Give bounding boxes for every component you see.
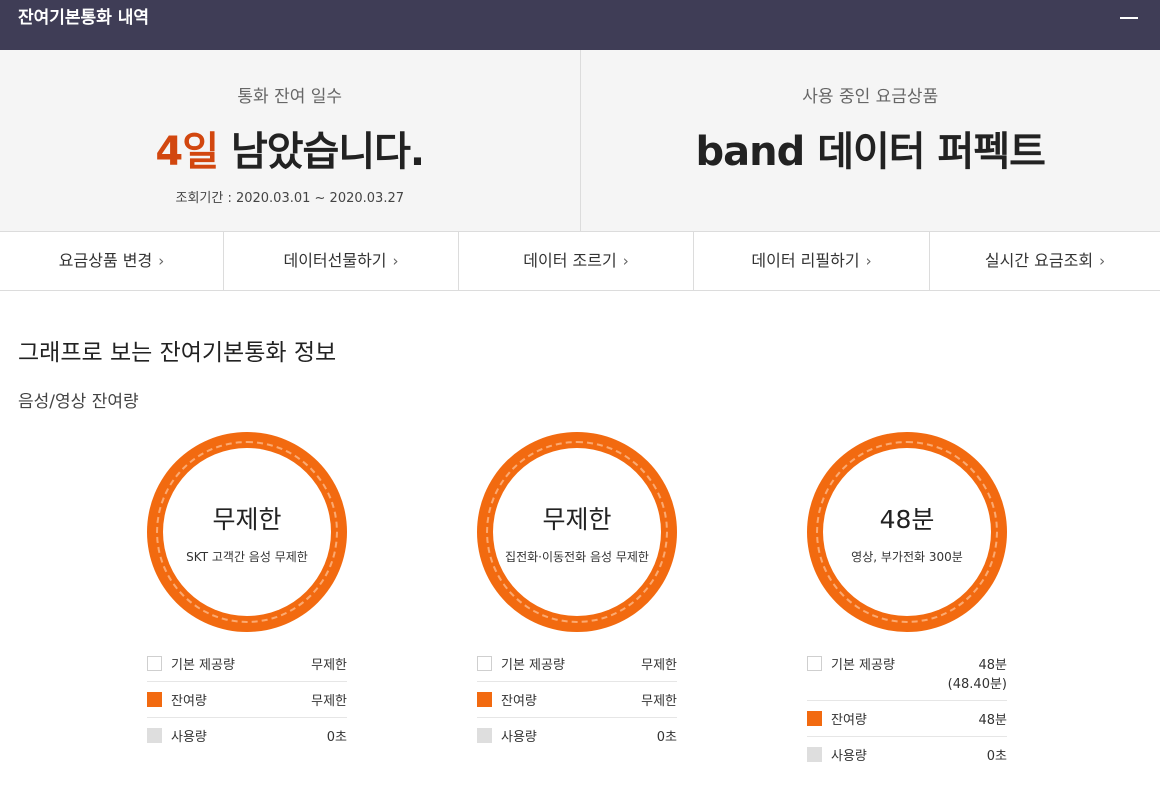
gauge-legend: 기본 제공량 무제한 잔여량 무제한 사용량 0초 [477, 646, 677, 753]
current-plan-name: band 데이터 퍼펙트 [695, 129, 1046, 175]
gauge-legend: 기본 제공량 무제한 잔여량 무제한 사용량 0초 [147, 646, 347, 753]
ring-center: 무제한 SKT 고객간 음성 무제한 [163, 448, 331, 616]
page-header: 잔여기본통화 내역 [0, 0, 1160, 50]
nav-realtime-fee[interactable]: 실시간 요금조회 › [930, 232, 1160, 290]
legend-row-remain: 잔여량 48분 [807, 701, 1007, 737]
chevron-right-icon: › [158, 252, 165, 270]
query-period: 조회기간 : 2020.03.01 ~ 2020.03.27 [175, 191, 404, 206]
base-swatch [807, 656, 822, 671]
nav-refill-data[interactable]: 데이터 리필하기 › [694, 232, 930, 290]
action-nav: 요금상품 변경 › 데이터선물하기 › 데이터 조르기 › 데이터 리필하기 › 실시간… [0, 232, 1160, 291]
nav-request-data-label: 데이터 조르기 [523, 251, 617, 270]
usage-gauge: 48분 영상, 부가전화 300분 기본 제공량 48분 (48.40분) 잔여… [807, 432, 1007, 772]
used-swatch [477, 728, 492, 743]
page-title: 잔여기본통화 내역 [18, 8, 150, 28]
legend-label: 잔여량 [501, 694, 537, 709]
legend-row-used: 사용량 0초 [807, 737, 1007, 772]
chevron-right-icon: › [865, 252, 872, 270]
ring-center: 48분 영상, 부가전화 300분 [823, 448, 991, 616]
legend-value: 무제한 [641, 658, 677, 673]
remaining-days-panel: 통화 잔여 일수 4일 남았습니다. 조회기간 : 2020.03.01 ~ 2… [0, 50, 581, 231]
gauge-value: 무제한 [542, 504, 612, 534]
remaining-days-value: 4일 [155, 129, 219, 175]
legend-value-group: 48분 (48.40분) [948, 654, 1007, 692]
legend-label: 사용량 [831, 749, 867, 764]
nav-request-data[interactable]: 데이터 조르기 › [459, 232, 694, 290]
legend-value: 48분 [978, 658, 1007, 673]
chevron-right-icon: › [392, 252, 399, 270]
used-swatch [807, 747, 822, 762]
legend-value: 0초 [326, 730, 347, 745]
nav-change-plan[interactable]: 요금상품 변경 › [0, 232, 224, 290]
legend-row-used: 사용량 0초 [147, 718, 347, 753]
nav-change-plan-label: 요금상품 변경 [58, 251, 153, 270]
used-swatch [147, 728, 162, 743]
nav-refill-data-label: 데이터 리필하기 [751, 251, 860, 270]
gauge-legend: 기본 제공량 48분 (48.40분) 잔여량 48분 사용량 0초 [807, 646, 1007, 772]
gauge-caption: 집전화·이동전화 음성 무제한 [505, 549, 649, 564]
remain-swatch [477, 692, 492, 707]
legend-value: 무제한 [311, 658, 347, 673]
current-plan-panel: 사용 중인 요금상품 band 데이터 퍼펙트 [581, 50, 1160, 231]
legend-row-remain: 잔여량 무제한 [477, 682, 677, 718]
legend-label: 잔여량 [171, 694, 207, 709]
summary-panel: 통화 잔여 일수 4일 남았습니다. 조회기간 : 2020.03.01 ~ 2… [0, 50, 1160, 232]
remain-swatch [147, 692, 162, 707]
usage-ring: 무제한 집전화·이동전화 음성 무제한 [477, 432, 677, 632]
remain-swatch [807, 711, 822, 726]
remaining-days-suffix: 남았습니다. [230, 129, 425, 175]
legend-label: 기본 제공량 [171, 658, 235, 673]
legend-value: 무제한 [641, 694, 677, 709]
legend-value-detail: (48.40분) [947, 677, 1007, 692]
legend-label: 사용량 [171, 730, 207, 745]
legend-label: 잔여량 [831, 713, 867, 728]
collapse-icon[interactable] [1120, 17, 1138, 19]
gauge-caption: SKT 고객간 음성 무제한 [186, 549, 308, 564]
legend-row-base: 기본 제공량 무제한 [147, 646, 347, 682]
legend-row-remain: 잔여량 무제한 [147, 682, 347, 718]
legend-row-base: 기본 제공량 48분 (48.40분) [807, 646, 1007, 701]
chevron-right-icon: › [1099, 252, 1106, 270]
legend-row-base: 기본 제공량 무제한 [477, 646, 677, 682]
usage-ring: 무제한 SKT 고객간 음성 무제한 [147, 432, 347, 632]
nav-realtime-fee-label: 실시간 요금조회 [984, 251, 1094, 270]
usage-gauge: 무제한 SKT 고객간 음성 무제한 기본 제공량 무제한 잔여량 무제한 사용… [147, 432, 347, 753]
gauge-caption: 영상, 부가전화 300분 [851, 549, 963, 564]
voice-video-subtitle: 음성/영상 잔여량 [18, 392, 139, 412]
gauge-value: 무제한 [212, 504, 282, 534]
usage-gauge: 무제한 집전화·이동전화 음성 무제한 기본 제공량 무제한 잔여량 무제한 사… [477, 432, 677, 753]
nav-gift-data[interactable]: 데이터선물하기 › [224, 232, 459, 290]
nav-gift-data-label: 데이터선물하기 [283, 251, 387, 270]
graph-section-title: 그래프로 보는 잔여기본통화 정보 [18, 340, 337, 366]
remaining-days-text: 4일 남았습니다. [0, 119, 580, 177]
legend-row-used: 사용량 0초 [477, 718, 677, 753]
legend-value: 0초 [656, 730, 677, 745]
ring-center: 무제한 집전화·이동전화 음성 무제한 [493, 448, 661, 616]
base-swatch [477, 656, 492, 671]
legend-value: 무제한 [311, 694, 347, 709]
legend-label: 기본 제공량 [831, 658, 895, 673]
chevron-right-icon: › [622, 252, 629, 270]
legend-label: 사용량 [501, 730, 537, 745]
remaining-days-label: 통화 잔여 일수 [237, 87, 343, 107]
legend-value: 0초 [986, 749, 1007, 764]
base-swatch [147, 656, 162, 671]
legend-value: 48분 [978, 713, 1007, 728]
usage-ring: 48분 영상, 부가전화 300분 [807, 432, 1007, 632]
current-plan-label: 사용 중인 요금상품 [802, 87, 939, 107]
legend-label: 기본 제공량 [501, 658, 565, 673]
gauge-value: 48분 [879, 504, 935, 534]
